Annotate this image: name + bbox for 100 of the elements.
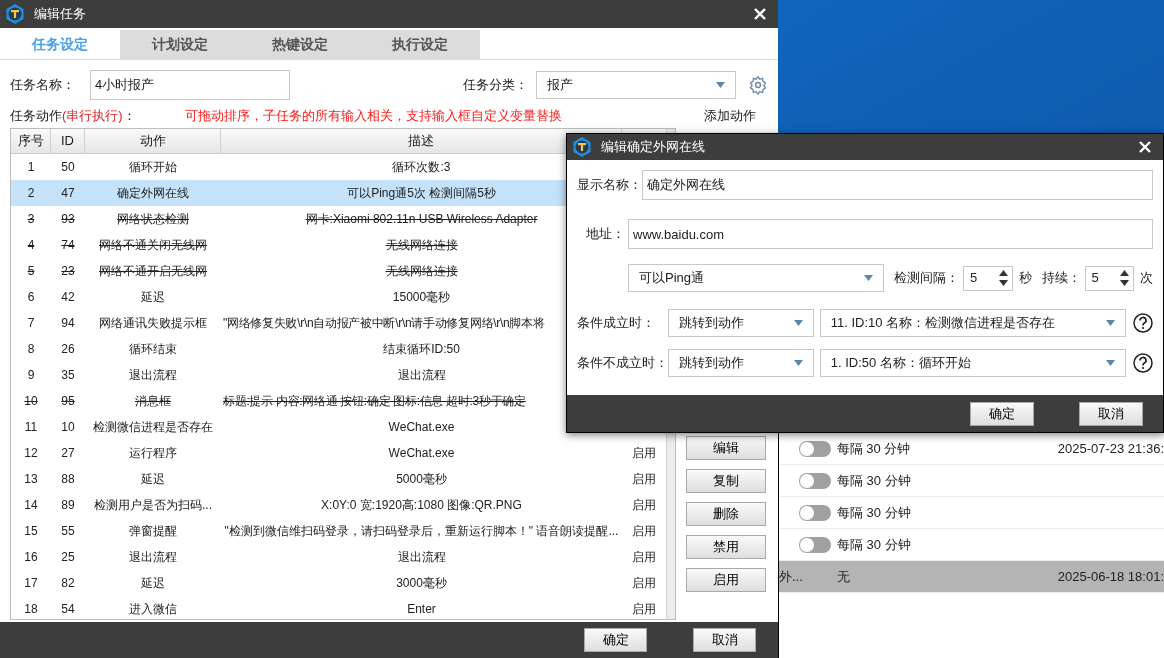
list-row[interactable]: 外... 无 2025-06-18 18:01: (779, 561, 1164, 593)
table-cell-text: 启用 (632, 497, 656, 515)
table-cell-text: 74 (61, 237, 75, 255)
field-label: 持续： (1041, 269, 1081, 288)
table-cell-text: 55 (61, 523, 75, 541)
table-cell-text: 循环结束 (129, 341, 177, 359)
table-cell-text: 2 (27, 185, 35, 203)
table-row[interactable]: 13 88 延迟 5000毫秒 启用 (11, 466, 666, 493)
settings-icon[interactable] (748, 74, 768, 95)
table-cell-text: 23 (61, 263, 75, 281)
table-cell-text: 11 (24, 419, 38, 437)
toggle-switch[interactable] (799, 536, 831, 553)
category-dropdown[interactable]: 报产 (536, 70, 736, 99)
action-dropdown[interactable]: 跳转到动作 (667, 309, 814, 337)
caret-icon (716, 81, 725, 88)
table-cell-text: WeChat.exe (388, 445, 455, 463)
table-cell-text: 8 (27, 341, 35, 359)
table-cell-text: 5 (27, 263, 35, 281)
table-cell-text: 无线网络连接 (385, 263, 458, 281)
table-row[interactable]: 16 25 退出流程 退出流程 启用 (11, 544, 666, 571)
table-cell-text: 88 (61, 471, 75, 489)
table-cell-text: "检测到微信维扫码登录，请扫码登录后，重新运行脚本！" 语音朗读提醒... (224, 523, 619, 541)
table-cell-text: 4 (27, 237, 35, 255)
table-cell-text: 启用 (632, 445, 656, 463)
table-cell-text: 94 (61, 315, 75, 333)
input-field[interactable]: www.baidu.com (628, 219, 1153, 249)
number-spinner[interactable]: 5 (963, 265, 1013, 291)
dialog-button[interactable]: 复制 (686, 469, 766, 494)
help-icon[interactable] (1133, 353, 1153, 373)
list-cell-text: 2025-07-23 21:36: (1057, 439, 1164, 458)
field-label: 检测间隔： (894, 269, 960, 288)
toggle-switch[interactable] (798, 440, 831, 457)
table-row[interactable]: 15 55 弹窗提醒 "检测到微信维扫码登录，请扫码登录后，重新运行脚本！" 语音朗读提醒... 启用 (11, 518, 666, 545)
target-dropdown[interactable]: 1. ID:50 名称：循环开始 (819, 349, 1126, 377)
table-cell-text: 启用 (632, 575, 656, 593)
table-cell-text: 循环次数:3 (392, 159, 451, 177)
table-cell-text: 15000毫秒 (392, 289, 451, 307)
dialog-button[interactable]: 编辑 (686, 436, 766, 461)
input-field[interactable]: 4小时报产 (90, 69, 290, 100)
list-cell-text: 每隔 30 分钟 (837, 503, 912, 522)
column-header[interactable]: 序号 (17, 131, 44, 151)
list-cell-text: 每隔 30 分钟 (837, 535, 912, 554)
dialog-button[interactable]: 取消 (693, 628, 756, 653)
table-cell-text: 5000毫秒 (396, 471, 447, 489)
list-cell-text: 每隔 30 分钟 (837, 471, 912, 490)
number-spinner[interactable]: 5 (1084, 265, 1134, 291)
list-cell: 外... (779, 568, 803, 584)
mode-dropdown[interactable]: 可以Ping通 (628, 264, 885, 292)
table-row[interactable]: 18 54 进入微信 Enter 启用 (11, 596, 666, 620)
hint-text: 可拖动排序，子任务的所有输入相关，支持输入框自定义变量替换 (185, 106, 562, 125)
table-cell-text: 15 (24, 523, 38, 541)
table-row[interactable]: 12 27 运行程序 WeChat.exe 启用 (11, 440, 666, 467)
dialog-button[interactable]: 禁用 (686, 535, 766, 560)
list-row[interactable]: 每隔 30 分钟 (779, 497, 1164, 529)
table-cell-text: 退出流程 (129, 367, 177, 385)
column-header[interactable]: ID (61, 131, 74, 151)
spinner-arrows-icon (1120, 269, 1129, 287)
toggle-switch[interactable] (799, 472, 831, 489)
close-icon[interactable] (754, 7, 766, 20)
input-field[interactable]: 确定外网在线 (642, 170, 1153, 200)
action-dropdown[interactable]: 跳转到动作 (668, 349, 814, 377)
table-row[interactable]: 14 89 检测用户是否为扫码... X:0Y:0 宽:1920高:1080 图像:QR.PNG 启用 (11, 492, 666, 519)
field-label: 任务分类： (463, 75, 528, 94)
table-cell-text: 弹窗提醒 (129, 523, 177, 541)
table-cell-text: 10 (24, 393, 38, 411)
toggle-switch[interactable] (799, 504, 831, 521)
table-cell-text: 检测用户是否为扫码... (94, 497, 212, 515)
dialog-button[interactable]: 确定 (584, 628, 647, 653)
table-cell-text: 82 (61, 575, 75, 593)
table-cell-text: 42 (61, 289, 75, 307)
close-icon[interactable] (1139, 141, 1151, 153)
table-cell-text: 启用 (632, 523, 656, 541)
tab[interactable]: 计划设定 (120, 29, 240, 59)
table-row[interactable]: 17 82 延迟 3000毫秒 启用 (11, 570, 666, 597)
field-label: 条件成立时： (577, 314, 656, 333)
dialog-button[interactable]: 删除 (686, 502, 766, 527)
tab[interactable]: 执行设定 (360, 29, 480, 59)
caret-icon (793, 360, 803, 366)
table-cell-text: 10 (61, 419, 75, 437)
help-icon[interactable] (1133, 313, 1153, 333)
target-dropdown[interactable]: 11. ID:10 名称：检测微信进程是否存在 (819, 309, 1126, 337)
table-cell-text: 启用 (632, 601, 656, 619)
column-header[interactable]: 动作 (139, 131, 166, 151)
table-cell-text: 无线网络连接 (385, 237, 458, 255)
list-row[interactable]: 每隔 30 分钟 (779, 465, 1164, 497)
table-cell-text: 3 (27, 211, 35, 229)
table-cell-text: 退出流程 (397, 367, 446, 385)
tab[interactable]: 热键设定 (240, 29, 360, 59)
caret-icon (793, 320, 803, 326)
table-cell-text: WeChat.exe (388, 419, 455, 437)
table-cell-text: 启用 (632, 549, 656, 567)
dialog-button[interactable]: 取消 (1079, 401, 1143, 426)
list-cell-text: 每隔 30 分钟 (836, 439, 912, 458)
table-cell-text: Enter (407, 601, 436, 619)
dialog-button[interactable]: 启用 (686, 568, 766, 593)
dialog-button[interactable]: 确定 (970, 401, 1034, 426)
table-cell-text: 16 (24, 549, 38, 567)
column-header[interactable]: 描述 (408, 131, 434, 151)
table-cell-text: 6 (27, 289, 35, 307)
table-cell-text: 网络不通关闭无线网 (99, 237, 207, 255)
